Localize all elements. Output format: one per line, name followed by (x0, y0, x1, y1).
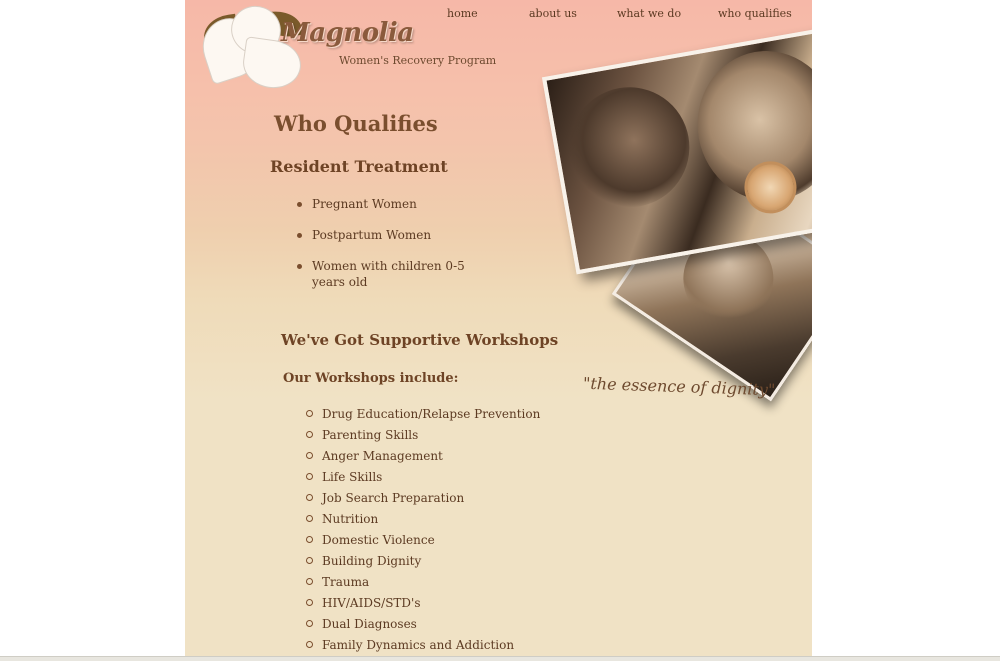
nav-home-link[interactable]: home (447, 7, 478, 20)
top-nav: home about us what we do who qualifies (425, 7, 812, 25)
nav-about-us-link[interactable]: about us (529, 7, 577, 20)
list-item: HIV/AIDS/STD's (306, 595, 606, 616)
list-item: Nutrition (306, 511, 606, 532)
resident-treatment-heading: Resident Treatment (270, 157, 448, 176)
list-item: Dual Diagnoses (306, 616, 606, 637)
nav-what-we-do-link[interactable]: what we do (617, 7, 681, 20)
list-item: Drug Education/Relapse Prevention (306, 406, 606, 427)
workshops-subheading: Our Workshops include: (283, 371, 459, 386)
list-item: Anger Management (306, 448, 606, 469)
list-item: Parenting Skills (306, 427, 606, 448)
photo-detail (559, 77, 699, 217)
page-container: Magnolia Women's Recovery Program home a… (185, 0, 812, 658)
list-item: Trauma (306, 574, 606, 595)
list-item: Postpartum Women (295, 227, 495, 243)
brand-name: Magnolia (281, 18, 414, 48)
list-item: Family Dynamics and Addiction (306, 637, 606, 658)
workshops-list: Drug Education/Relapse Prevention Parent… (306, 406, 606, 658)
nav-who-qualifies-link[interactable]: who qualifies (718, 7, 792, 20)
workshops-heading: We've Got Supportive Workshops (281, 331, 559, 349)
list-item: Domestic Violence (306, 532, 606, 553)
list-item: Job Search Preparation (306, 490, 606, 511)
list-item: Life Skills (306, 469, 606, 490)
list-item: Pregnant Women (295, 196, 495, 212)
page-title: Who Qualifies (274, 111, 438, 136)
resident-criteria-list: Pregnant Women Postpartum Women Women wi… (295, 196, 495, 305)
list-item: Women with children 0-5 years old (295, 258, 495, 290)
mother-baby-photo (541, 25, 812, 275)
brand-subtitle: Women's Recovery Program (339, 54, 497, 67)
window-bottom-edge (0, 656, 1000, 661)
list-item: Building Dignity (306, 553, 606, 574)
